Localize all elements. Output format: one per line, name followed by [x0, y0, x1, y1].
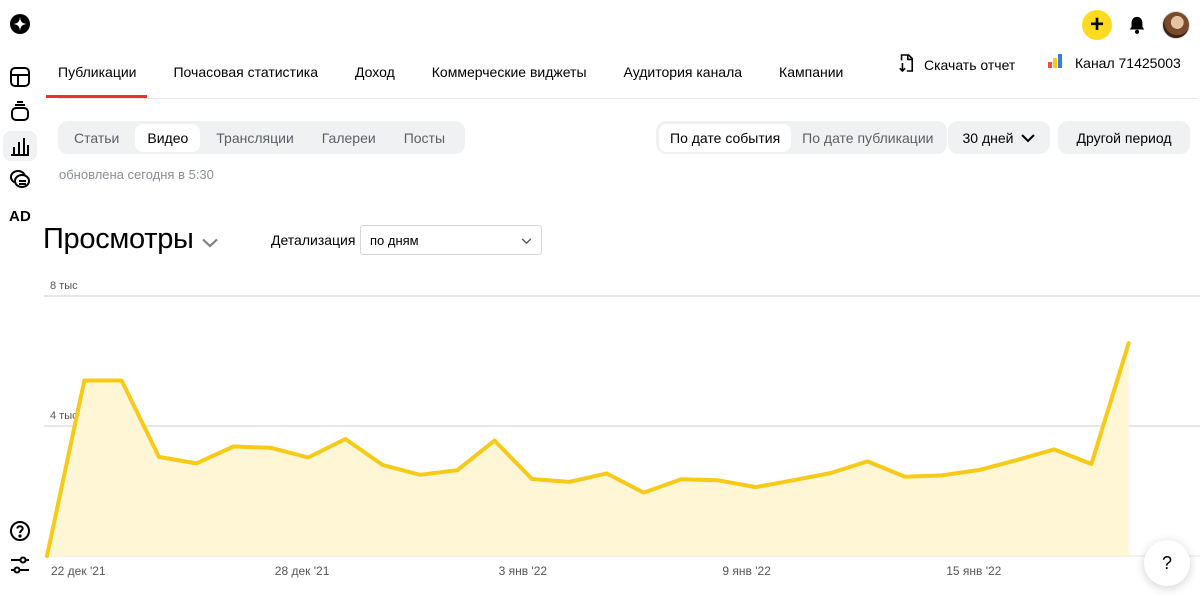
main-tabs: Публикации Почасовая статистика Доход Ко… — [45, 50, 880, 98]
x-tick-label: 28 дек '21 — [275, 564, 330, 578]
data-point — [194, 461, 198, 465]
data-point — [828, 471, 832, 475]
download-report-button[interactable]: Скачать отчет — [898, 53, 1015, 76]
subtab-streams[interactable]: Трансляции — [204, 124, 305, 152]
data-point — [232, 444, 235, 448]
data-point — [903, 475, 907, 479]
metric-selector[interactable]: Просмотры — [43, 223, 218, 256]
top-right-controls: + — [1082, 10, 1190, 40]
plus-icon[interactable]: + — [1082, 10, 1112, 40]
logo-icon[interactable] — [9, 13, 31, 35]
data-point — [567, 480, 571, 484]
data-point — [381, 463, 385, 467]
chevron-down-icon — [1021, 130, 1036, 146]
stats-icon[interactable] — [9, 135, 31, 157]
other-period-button[interactable]: Другой период — [1058, 121, 1190, 154]
data-point — [157, 455, 161, 459]
subtab-galleries[interactable]: Галереи — [310, 124, 388, 152]
publications-icon[interactable] — [9, 100, 31, 122]
subtab-articles[interactable]: Статьи — [62, 124, 131, 152]
data-point — [1052, 447, 1056, 451]
data-point — [269, 446, 273, 450]
y-tick-label: 8 тыс — [50, 280, 78, 292]
channel-selector[interactable]: Канал 71425003 — [1047, 53, 1181, 72]
tab-commercial-widgets[interactable]: Коммерческие виджеты — [432, 50, 587, 98]
date-mode-toggle: По дате события По дате публикации — [656, 121, 948, 154]
data-point — [530, 477, 534, 481]
content-type-tabs: Статьи Видео Трансляции Галереи Посты — [58, 121, 466, 154]
period-dropdown[interactable]: 30 дней — [948, 121, 1050, 154]
bell-icon[interactable] — [1126, 14, 1148, 36]
detail-label: Детализация — [271, 232, 356, 248]
data-point — [791, 478, 795, 482]
by-event-date-option[interactable]: По дате события — [659, 123, 792, 152]
help-float-button[interactable]: ? — [1144, 540, 1190, 586]
x-tick-label: 3 янв '22 — [499, 564, 548, 578]
x-tick-label: 9 янв '22 — [722, 564, 771, 578]
subtab-video[interactable]: Видео — [135, 123, 201, 152]
data-point — [716, 478, 720, 482]
period-dropdown-label: 30 дней — [962, 129, 1014, 146]
channel-label: Канал 71425003 — [1075, 54, 1181, 71]
data-point — [1127, 341, 1131, 345]
download-file-icon — [898, 53, 914, 76]
data-point — [45, 554, 49, 558]
data-point — [754, 485, 758, 489]
chevron-down-icon — [201, 223, 218, 256]
data-point — [1089, 462, 1093, 466]
subtab-posts[interactable]: Посты — [392, 124, 457, 152]
bar-chart-color-icon — [1047, 53, 1063, 72]
tab-hourly-stats[interactable]: Почасовая статистика — [173, 50, 318, 98]
updated-timestamp: обновлена сегодня в 5:30 — [59, 167, 214, 182]
area-fill — [47, 343, 1129, 556]
detail-select-value: по дням — [370, 232, 419, 248]
data-point — [455, 468, 459, 472]
metric-title: Просмотры — [43, 223, 194, 255]
tab-publications[interactable]: Публикации — [45, 50, 149, 98]
tabs-divider — [58, 98, 1198, 99]
data-point — [642, 491, 646, 495]
dashboard-icon[interactable] — [9, 66, 31, 88]
chevron-down-icon — [521, 233, 532, 248]
download-report-label: Скачать отчет — [924, 56, 1016, 73]
data-point — [343, 437, 347, 441]
data-point — [120, 379, 124, 382]
coins-icon[interactable] — [9, 168, 31, 190]
tab-channel-audience[interactable]: Аудитория канала — [624, 50, 743, 98]
avatar[interactable] — [1162, 11, 1190, 39]
data-point — [679, 477, 683, 481]
x-tick-label: 22 дек '21 — [51, 564, 106, 578]
data-point — [866, 459, 870, 463]
ad-label[interactable]: AD — [9, 205, 31, 227]
data-point — [493, 439, 497, 443]
tab-income[interactable]: Доход — [355, 50, 395, 98]
by-publication-date-option[interactable]: По дате публикации — [791, 124, 944, 152]
data-point — [418, 473, 422, 477]
data-point — [940, 473, 944, 477]
x-tick-label: 15 янв '22 — [946, 564, 1001, 578]
data-point — [1015, 458, 1019, 462]
data-point — [82, 379, 86, 382]
tab-campaigns[interactable]: Кампании — [779, 50, 843, 98]
views-chart: 04 тыс8 тыс22 дек '2128 дек '213 янв '22… — [44, 280, 1200, 578]
data-point — [605, 471, 608, 475]
detail-select[interactable]: по дням — [360, 225, 542, 255]
data-point — [306, 456, 310, 460]
data-point — [978, 468, 981, 472]
